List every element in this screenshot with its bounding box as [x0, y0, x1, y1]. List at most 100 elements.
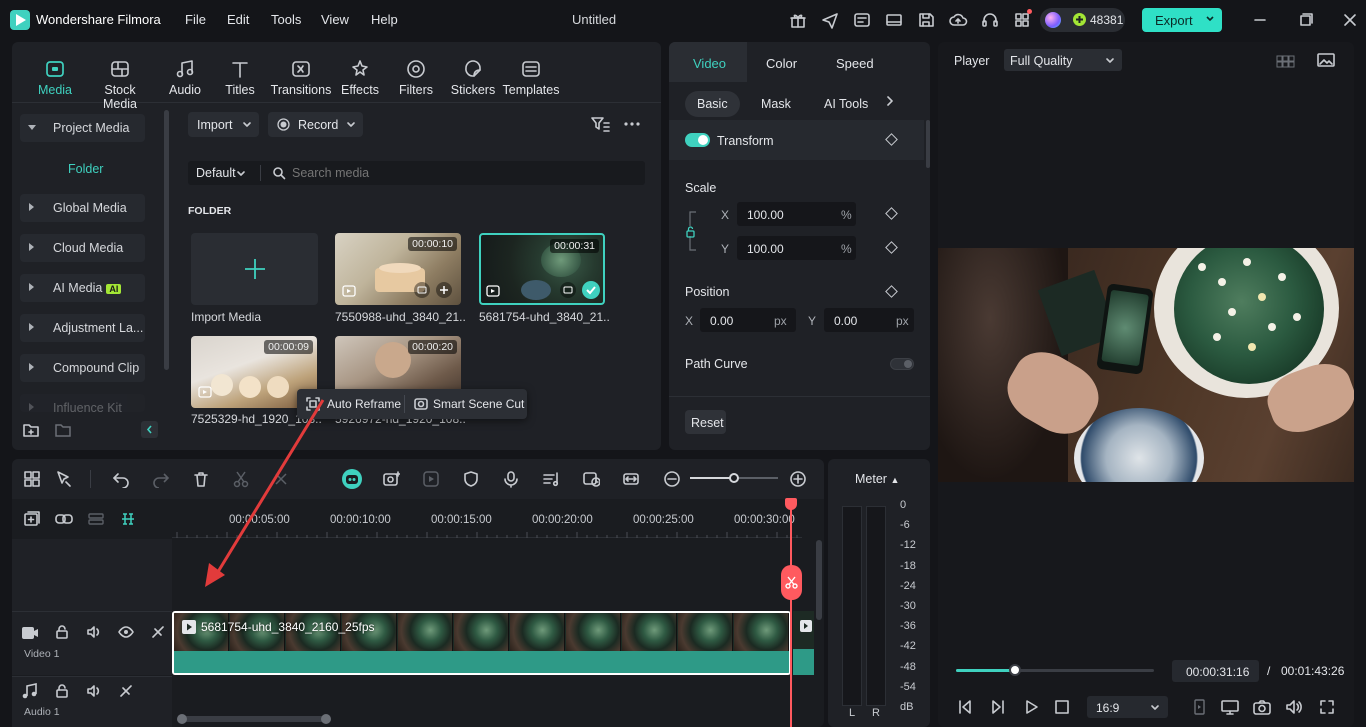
collapse-sidebar-button[interactable] — [141, 421, 158, 438]
minimize-icon[interactable] — [1250, 10, 1270, 30]
subtab-basic[interactable]: Basic — [685, 91, 740, 117]
sidebar-scrollbar[interactable] — [164, 110, 169, 370]
sidebar-item-influence-kit[interactable]: Influence Kit — [20, 394, 145, 412]
volume-icon[interactable] — [1284, 698, 1304, 716]
filter-icon[interactable] — [590, 115, 610, 133]
ai-copilot-icon[interactable] — [342, 469, 362, 489]
property-scrollbar[interactable] — [926, 120, 930, 168]
transform-toggle[interactable] — [685, 133, 710, 147]
eye-visibility-icon[interactable] — [118, 624, 134, 640]
current-time-field[interactable]: 00:00:31:16 — [1172, 660, 1259, 682]
lock-ratio-icon[interactable] — [684, 208, 700, 260]
tool-stock-media[interactable]: Stock Media — [88, 58, 152, 111]
render-preview-icon[interactable] — [1190, 698, 1208, 716]
sort-dropdown[interactable]: Default — [196, 166, 236, 180]
group-icon[interactable] — [87, 510, 105, 528]
render-icon[interactable] — [422, 470, 440, 488]
sidebar-item-ai-media[interactable]: AI Media AI — [20, 274, 145, 302]
tool-media[interactable]: Media — [23, 58, 87, 97]
audio-mix-icon[interactable] — [542, 470, 560, 488]
select-tool-icon[interactable] — [55, 470, 73, 488]
video-preview[interactable] — [938, 248, 1354, 482]
timeline-horizontal-scrollbar[interactable] — [177, 714, 331, 724]
tool-transitions[interactable]: Transitions — [269, 58, 333, 97]
link-icon[interactable] — [55, 510, 73, 528]
mute-speaker-icon[interactable] — [86, 683, 102, 699]
save-icon[interactable] — [916, 10, 936, 30]
export-button[interactable]: Export — [1142, 8, 1222, 32]
play-icon[interactable] — [1022, 698, 1040, 716]
chevron-right-icon[interactable] — [884, 95, 896, 107]
disable-track-icon[interactable] — [150, 624, 166, 640]
split-at-playhead-button[interactable] — [781, 565, 802, 600]
timeline-vertical-scrollbar[interactable] — [816, 540, 822, 620]
next-clip[interactable] — [793, 611, 814, 675]
sidebar-item-project-media[interactable]: Project Media — [20, 114, 145, 142]
microphone-icon[interactable] — [502, 470, 520, 488]
media-thumbnail[interactable]: 00:00:10 — [335, 233, 461, 305]
grid-view-icon[interactable] — [1276, 53, 1296, 69]
layout-icon[interactable] — [884, 10, 904, 30]
magnet-snap-icon[interactable] — [119, 510, 137, 528]
tool-templates[interactable]: Templates — [499, 58, 563, 97]
subtab-ai-tools[interactable]: AI Tools — [812, 91, 880, 117]
apps-grid-icon[interactable] — [1012, 9, 1032, 30]
close-icon[interactable] — [1340, 10, 1360, 30]
next-frame-icon[interactable] — [989, 698, 1007, 716]
display-icon[interactable] — [1220, 698, 1240, 716]
maximize-icon[interactable] — [1296, 10, 1316, 30]
aspect-ratio-dropdown[interactable]: 16:9 — [1087, 696, 1168, 718]
menu-edit[interactable]: Edit — [227, 12, 249, 27]
auto-reframe-button[interactable]: Auto Reframe — [327, 397, 401, 411]
disable-track-icon[interactable] — [118, 683, 134, 699]
media-thumbnail-selected[interactable]: 00:00:31 — [479, 233, 605, 305]
sidebar-folder[interactable]: Folder — [68, 162, 103, 176]
tab-color[interactable]: Color — [766, 56, 797, 71]
marker-shield-icon[interactable] — [462, 470, 480, 488]
sidebar-item-global-media[interactable]: Global Media — [20, 194, 145, 222]
folder-move-icon[interactable] — [54, 422, 72, 438]
tab-video[interactable]: Video — [693, 56, 726, 71]
tab-speed[interactable]: Speed — [836, 56, 874, 71]
credits-badge[interactable]: 48381 — [1040, 8, 1125, 32]
feedback-icon[interactable] — [852, 10, 872, 30]
zoom-slider-handle[interactable] — [729, 473, 739, 483]
split-scissors-icon[interactable] — [232, 470, 250, 488]
new-folder-icon[interactable] — [22, 422, 40, 438]
headset-icon[interactable] — [980, 10, 1000, 30]
tool-stickers[interactable]: Stickers — [441, 58, 505, 97]
send-icon[interactable] — [820, 10, 840, 30]
stop-icon[interactable] — [1053, 698, 1071, 716]
camera-snapshot-icon[interactable] — [1252, 698, 1272, 716]
menu-help[interactable]: Help — [371, 12, 398, 27]
tool-effects[interactable]: Effects — [328, 58, 392, 97]
tool-filters[interactable]: Filters — [384, 58, 448, 97]
fit-timeline-icon[interactable] — [622, 470, 640, 488]
zoom-out-icon[interactable] — [663, 470, 681, 488]
smart-scene-cut-button[interactable]: Smart Scene Cut — [433, 397, 524, 411]
search-input[interactable] — [292, 164, 632, 182]
cloud-upload-icon[interactable] — [948, 10, 968, 30]
timeline-video-clip[interactable]: 5681754-uhd_3840_2160_25fps — [172, 611, 791, 675]
zoom-in-icon[interactable] — [789, 470, 807, 488]
lock-icon[interactable] — [54, 683, 70, 699]
timeline-ruler[interactable] — [172, 532, 802, 538]
import-dropdown[interactable]: Import — [188, 112, 259, 137]
add-track-icon[interactable] — [23, 510, 41, 528]
record-dropdown[interactable]: Record — [268, 112, 363, 137]
scale-y-field[interactable]: 100.00 — [737, 236, 856, 260]
sidebar-item-compound-clip[interactable]: Compound Clip — [20, 354, 145, 382]
scale-x-field[interactable]: 100.00 — [737, 202, 856, 226]
menu-tools[interactable]: Tools — [271, 12, 301, 27]
path-curve-toggle[interactable] — [890, 358, 914, 370]
sidebar-item-adjustment-layer[interactable]: Adjustment La... — [20, 314, 145, 342]
redo-icon[interactable] — [152, 470, 170, 488]
import-media-tile[interactable] — [191, 233, 318, 305]
quality-dropdown[interactable]: Full Quality — [1004, 49, 1122, 71]
previous-frame-icon[interactable] — [956, 698, 974, 716]
lock-icon[interactable] — [54, 624, 70, 640]
snapshot-image-icon[interactable] — [1316, 51, 1336, 69]
menu-view[interactable]: View — [321, 12, 349, 27]
mute-speaker-icon[interactable] — [86, 624, 102, 640]
layout-grid-icon[interactable] — [23, 470, 41, 488]
